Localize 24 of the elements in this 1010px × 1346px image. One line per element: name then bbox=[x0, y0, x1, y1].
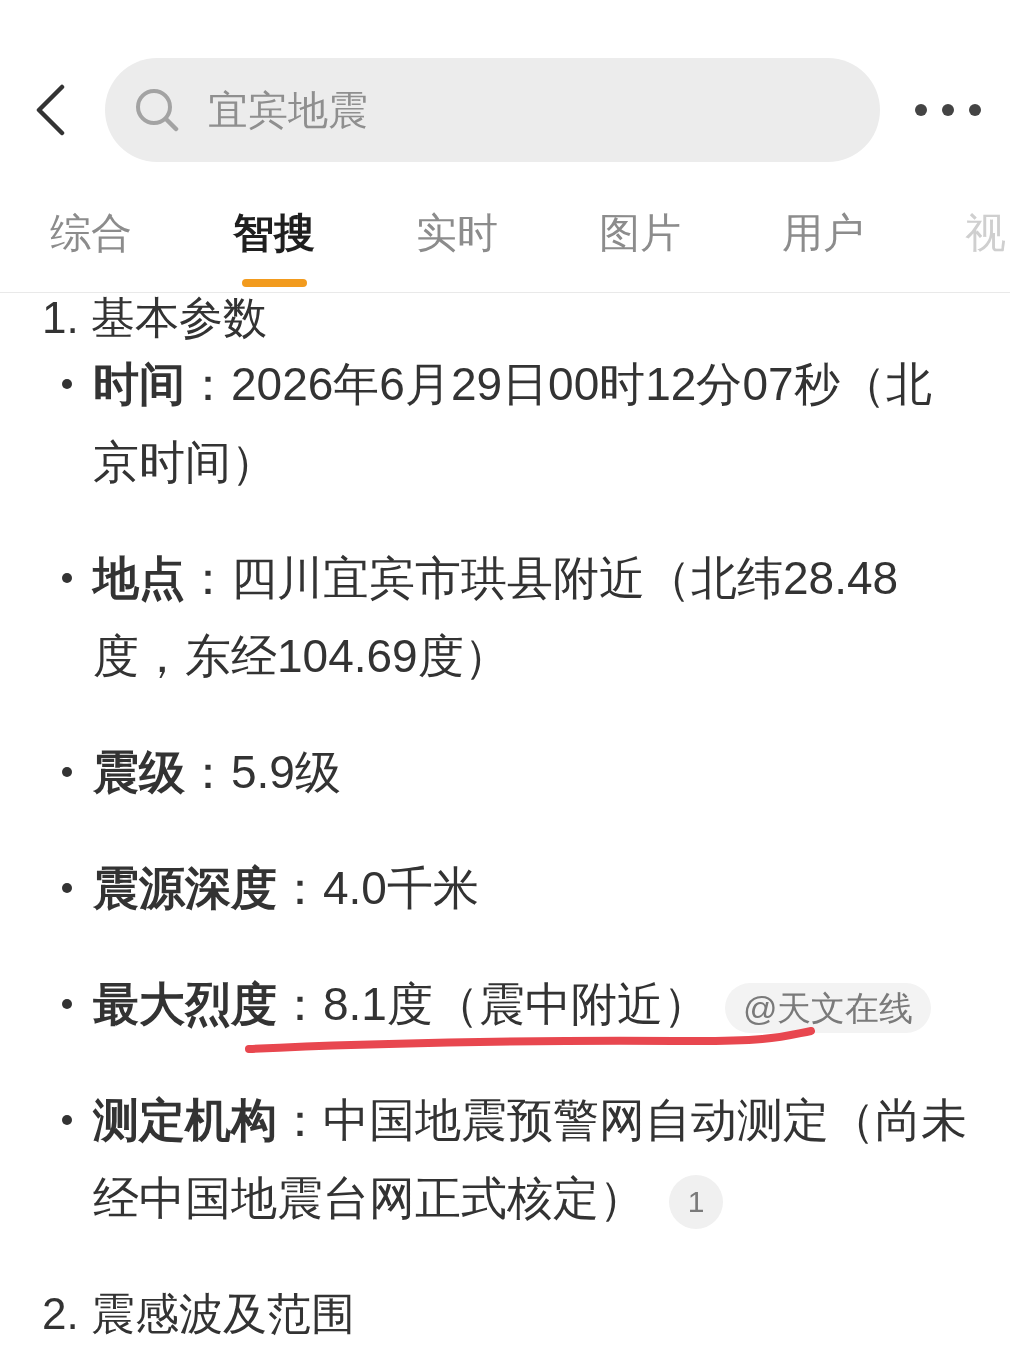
list-item-text: 震源深度：4.0千米 bbox=[93, 862, 479, 914]
bullet-icon bbox=[62, 573, 72, 583]
more-icon[interactable] bbox=[915, 104, 981, 116]
tab[interactable]: 用户 bbox=[782, 209, 864, 292]
source-link[interactable]: @天文在线 bbox=[724, 982, 932, 1033]
tab[interactable]: 智搜 bbox=[233, 209, 315, 292]
list-item-text: 地点：四川宜宾市珙县附近（北纬28.48度，东经104.69度） bbox=[93, 552, 899, 682]
bullet-icon bbox=[62, 379, 72, 389]
back-icon[interactable] bbox=[35, 84, 65, 136]
section-heading: 2. 震感波及范围 bbox=[42, 1289, 355, 1339]
search-icon bbox=[135, 88, 179, 132]
bullet-icon bbox=[62, 1115, 72, 1125]
tab[interactable]: 综合 bbox=[50, 209, 132, 292]
citation-badge[interactable]: 1 bbox=[669, 1174, 723, 1229]
list-item-text: 最大烈度：8.1度（震中附近） @天文在线 bbox=[93, 978, 932, 1030]
list-item-text: 震级：5.9级 bbox=[93, 746, 341, 798]
tab[interactable]: 图片 bbox=[599, 209, 681, 292]
tab[interactable]: 实时 bbox=[416, 209, 498, 292]
bullet-icon bbox=[62, 999, 72, 1009]
section-heading: 1. 基本参数 bbox=[42, 293, 267, 343]
search-field[interactable]: 宜宾地震 bbox=[105, 58, 880, 162]
bullet-icon bbox=[62, 767, 72, 777]
list-item-text: 时间：2026年6月29日00时12分07秒（北京时间） bbox=[93, 358, 932, 488]
bullet-icon bbox=[62, 883, 72, 893]
